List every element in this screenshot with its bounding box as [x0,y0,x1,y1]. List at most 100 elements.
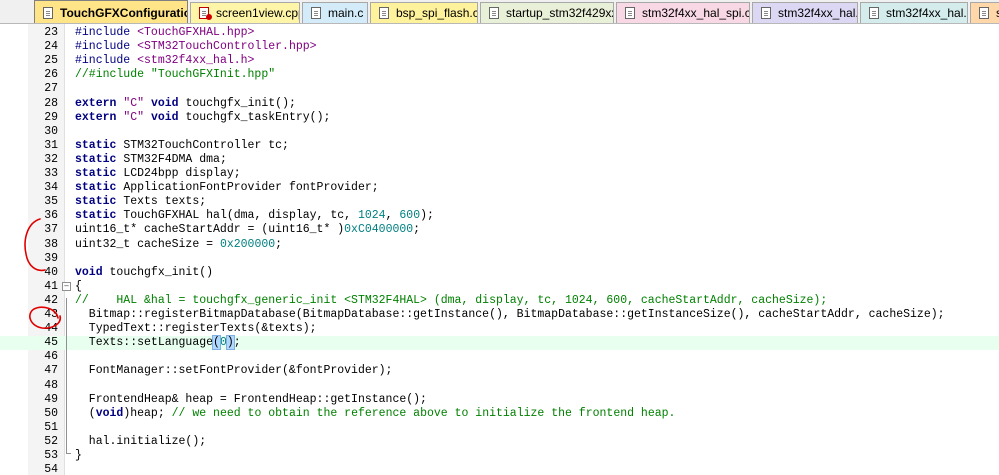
code-text[interactable]: static TouchGFXHAL hal(dma, display, tc,… [75,209,434,223]
tab-3[interactable]: bsp_spi_flash.c [370,2,478,23]
h-file-icon [869,7,879,19]
cpp-file-icon [43,6,53,19]
tab-4[interactable]: startup_stm32f429xx.s [480,2,614,23]
code-token: 1024 [357,209,386,223]
line-number: 39 [44,251,58,265]
code-text[interactable]: (void)heap; // we need to obtain the ref… [75,406,676,421]
code-token: <stm32f4xx_hal.h> [137,54,255,68]
line-number: 28 [44,96,58,110]
code-line[interactable]: 27 [0,82,999,96]
code-text[interactable]: FontManager::setFontProvider(&fontProvid… [75,364,393,378]
code-token: 600 [399,209,421,223]
line-number: 27 [44,82,58,96]
code-token: ( [212,335,221,351]
code-line[interactable]: 45 Texts::setLanguage(0); [0,335,999,351]
tab-6[interactable]: stm32f4xx_hal.c [752,2,858,23]
fold-collapse-icon[interactable]: − [62,282,71,291]
code-line[interactable]: 51 [0,421,999,435]
code-line[interactable]: 46 [0,350,999,364]
code-token: ) [225,335,235,351]
code-line[interactable]: 54 [0,463,999,475]
code-line[interactable]: 52 hal.initialize(); [0,435,999,449]
line-number: 25 [44,54,58,68]
code-line[interactable]: 29 extern "C" void touchgfx_taskEntry(); [0,111,999,125]
code-line[interactable]: 44 TypedText::registerTexts(&texts); [0,322,999,336]
code-text[interactable]: static Texts texts; [75,195,206,209]
code-token: static [75,195,117,209]
code-line[interactable]: 49 FrontendHeap& heap = FrontendHeap::ge… [0,393,999,407]
line-number: 51 [44,420,58,434]
line-number: 38 [44,237,58,251]
code-line[interactable]: 34 static ApplicationFontProvider fontPro… [0,181,999,195]
code-line[interactable]: 47 FontManager::setFontProvider(&fontPro… [0,364,999,378]
code-line[interactable]: 38 uint32_t cacheSize = 0x200000; [0,238,999,252]
code-token: ); [420,209,434,223]
code-line[interactable]: 41 { [0,280,999,294]
code-text[interactable]: // HAL &hal = touchgfx_generic_init <STM… [75,294,827,308]
code-line[interactable]: 40 void touchgfx_init() [0,266,999,280]
code-text[interactable]: extern "C" void touchgfx_taskEntry(); [75,111,330,125]
code-token: ApplicationFontProvider fontProvider; [116,181,379,195]
code-line[interactable]: 30 [0,125,999,139]
code-token: touchgfx_taskEntry(); [178,110,331,124]
code-line[interactable]: 36 static TouchGFXHAL hal(dma, display, t… [0,209,999,223]
c-file-icon [311,7,321,19]
code-text[interactable]: void touchgfx_init() [75,266,213,280]
code-line[interactable]: 35 static Texts texts; [0,195,999,209]
code-text[interactable]: static STM32TouchController tc; [75,139,289,153]
code-text[interactable]: //#include "TouchGFXInit.hpp" [75,68,275,82]
code-text[interactable]: #include <stm32f4xx_hal.h> [75,54,254,68]
code-text[interactable]: uint32_t cacheSize = 0x200000; [75,238,282,252]
code-text[interactable]: hal.initialize(); [75,435,206,449]
code-line[interactable]: 43 Bitmap::registerBitmapDatabase(Bitmap… [0,308,999,322]
code-text[interactable]: static ApplicationFontProvider fontProvi… [75,181,379,195]
code-token: static [75,138,117,152]
code-line[interactable]: 39 [0,252,999,266]
code-line[interactable]: 31 static STM32TouchController tc; [0,139,999,153]
code-text[interactable]: #include <TouchGFXHAL.hpp> [75,26,254,40]
code-text[interactable]: static LCD24bpp display; [75,167,241,181]
code-text[interactable]: } [75,449,82,463]
code-text[interactable]: { [75,280,82,294]
code-token: static [75,152,117,166]
line-number: 44 [44,322,58,336]
fold-guide-line [66,298,67,453]
code-editor[interactable]: 23 #include <TouchGFXHAL.hpp> 24 #include <… [0,24,999,475]
code-token: // we need to obtain the reference above… [171,406,676,420]
code-text[interactable]: Bitmap::registerBitmapDatabase(BitmapDat… [75,308,945,322]
code-line[interactable]: 33 static LCD24bpp display; [0,167,999,181]
code-text[interactable]: extern "C" void touchgfx_init(); [75,97,296,111]
code-line[interactable]: 42 // HAL &hal = touchgfx_generic_init <S… [0,294,999,308]
tab-label: bsp_spi_flash.c [396,6,478,20]
code-token: //#include "TouchGFXInit.hpp" [75,68,276,82]
code-line[interactable]: 37 uint16_t* cacheStartAddr = (uint16_t* … [0,223,999,237]
code-line[interactable]: 28 extern "C" void touchgfx_init(); [0,97,999,111]
code-token: Bitmap::registerBitmapDatabase(BitmapDat… [75,308,945,321]
tab-5[interactable]: stm32f4xx_hal_spi.c [616,2,750,23]
code-token: uint32_t cacheSize = [75,237,220,251]
code-text[interactable]: TypedText::registerTexts(&texts); [75,322,317,336]
code-line[interactable]: 32 static STM32F4DMA dma; [0,153,999,167]
code-token: void [75,265,103,279]
code-token: ; [275,237,283,251]
asm-file-icon [489,7,499,19]
code-line[interactable]: 50 (void)heap; // we need to obtain the … [0,407,999,421]
tab-7[interactable]: stm32f4xx_hal.h [860,2,968,23]
code-text[interactable]: Texts::setLanguage(0); [75,335,241,351]
code-text[interactable]: static STM32F4DMA dma; [75,153,227,167]
code-line[interactable]: 53} [0,449,999,463]
code-line[interactable]: 24 #include <STM32TouchController.hpp> [0,40,999,54]
code-text[interactable]: #include <STM32TouchController.hpp> [75,40,317,54]
tab-8[interactable]: sys [970,2,999,23]
code-text[interactable]: FrontendHeap& heap = FrontendHeap::getIn… [75,393,427,407]
code-line[interactable]: 26 //#include "TouchGFXInit.hpp" [0,68,999,82]
tab-2[interactable]: main.c [302,2,368,23]
code-line[interactable]: 23 #include <TouchGFXHAL.hpp> [0,26,999,40]
line-number: 54 [44,463,58,475]
code-text[interactable]: uint16_t* cacheStartAddr = (uint16_t* )0… [75,223,420,237]
code-line[interactable]: 48 [0,379,999,393]
tab-1[interactable]: screen1view.cpp [190,2,300,23]
tab-0[interactable]: TouchGFXConfiguration.cpp [34,0,188,23]
code-line[interactable]: 25 #include <stm32f4xx_hal.h> [0,54,999,68]
